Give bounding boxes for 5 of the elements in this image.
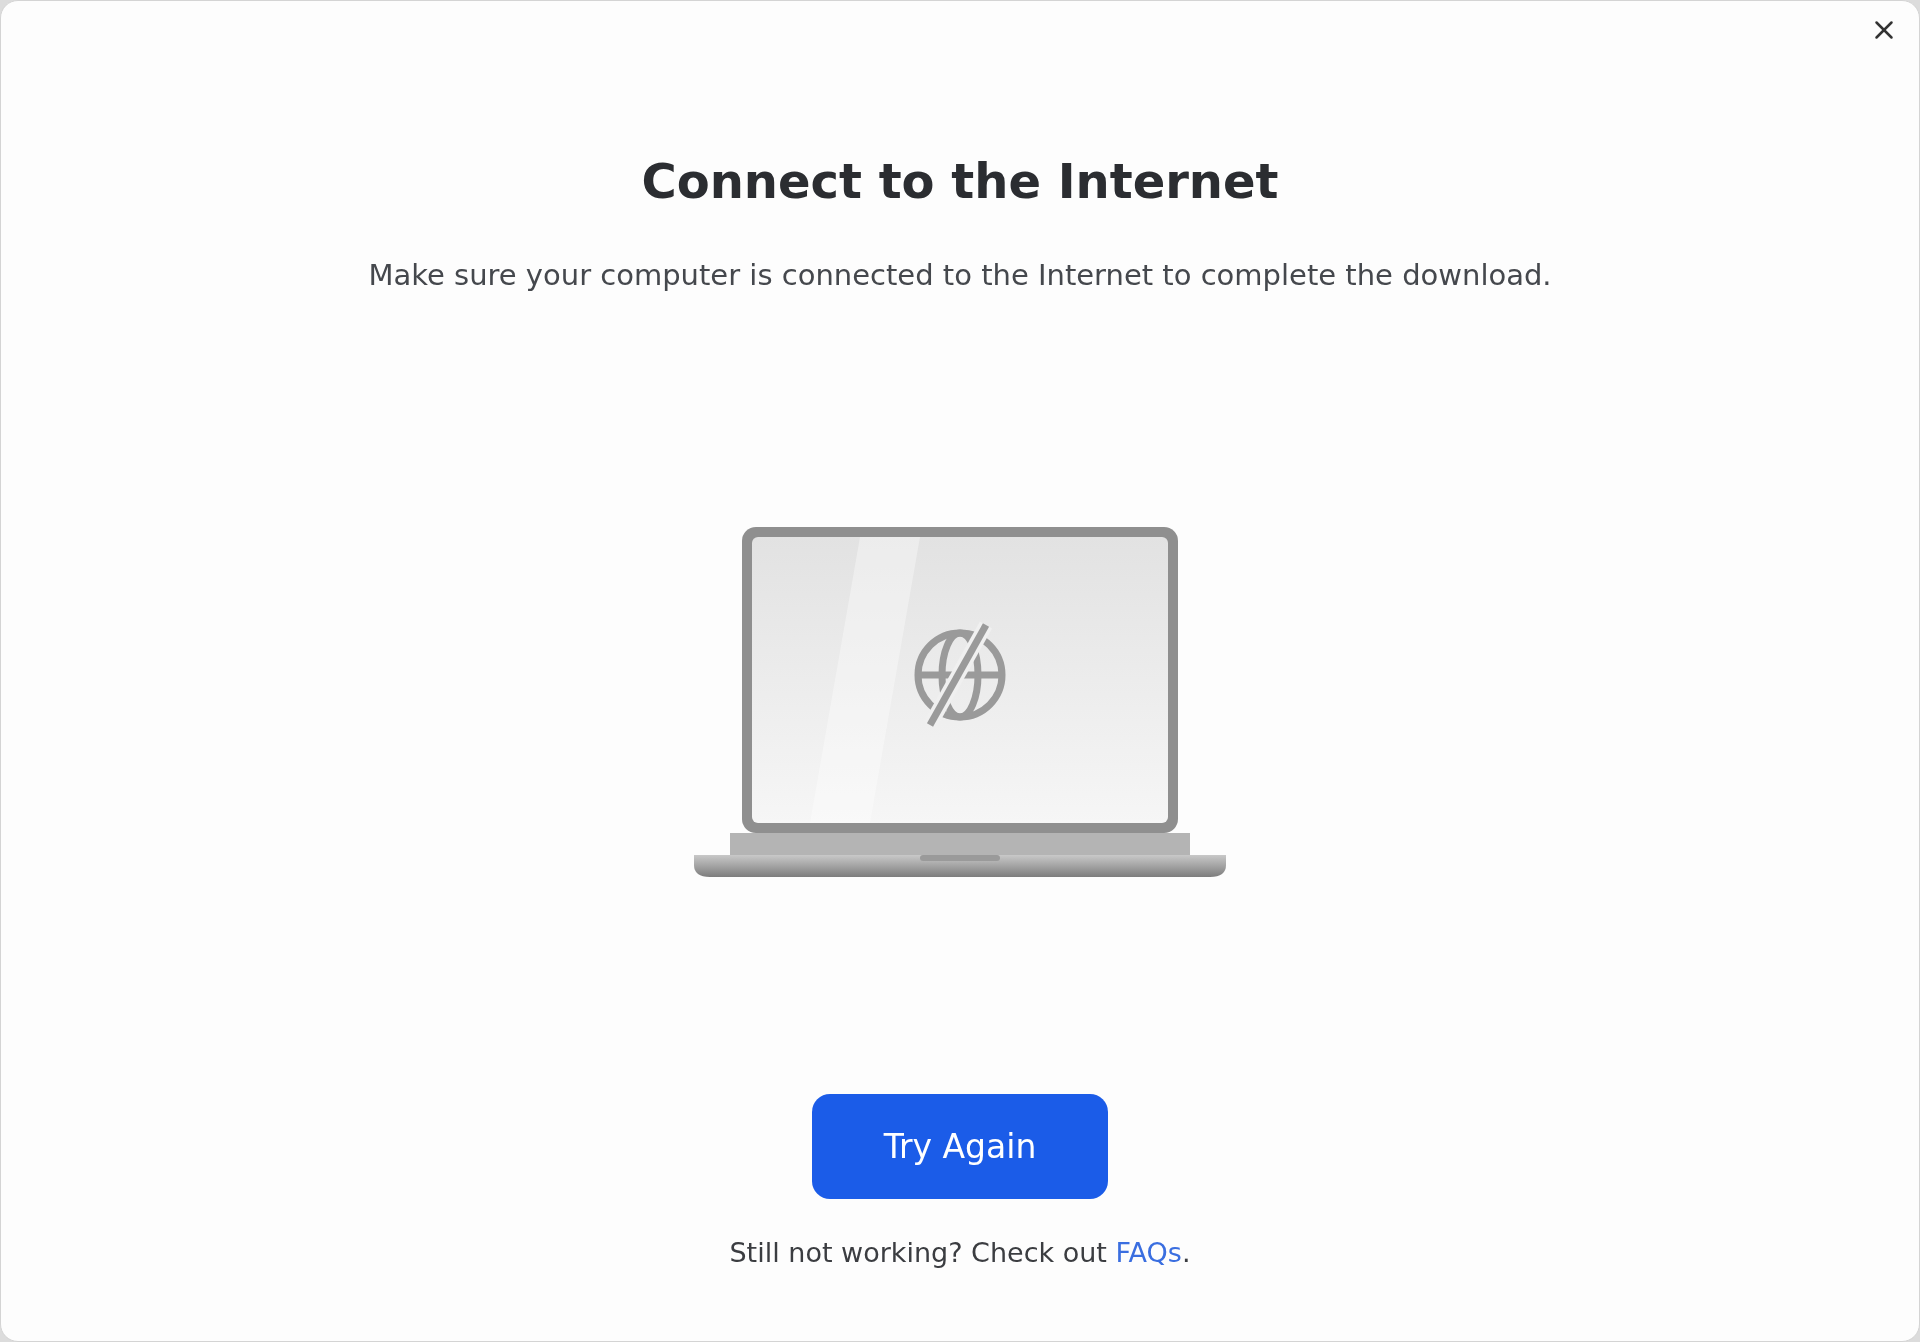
help-text: Still not working? Check out FAQs.	[729, 1236, 1191, 1270]
try-again-button[interactable]: Try Again	[812, 1094, 1108, 1199]
dialog-title: Connect to the Internet	[641, 152, 1279, 211]
faq-link[interactable]: FAQs	[1115, 1237, 1182, 1268]
dialog-message: Make sure your computer is connected to the Internet to complete the download.	[368, 257, 1552, 294]
